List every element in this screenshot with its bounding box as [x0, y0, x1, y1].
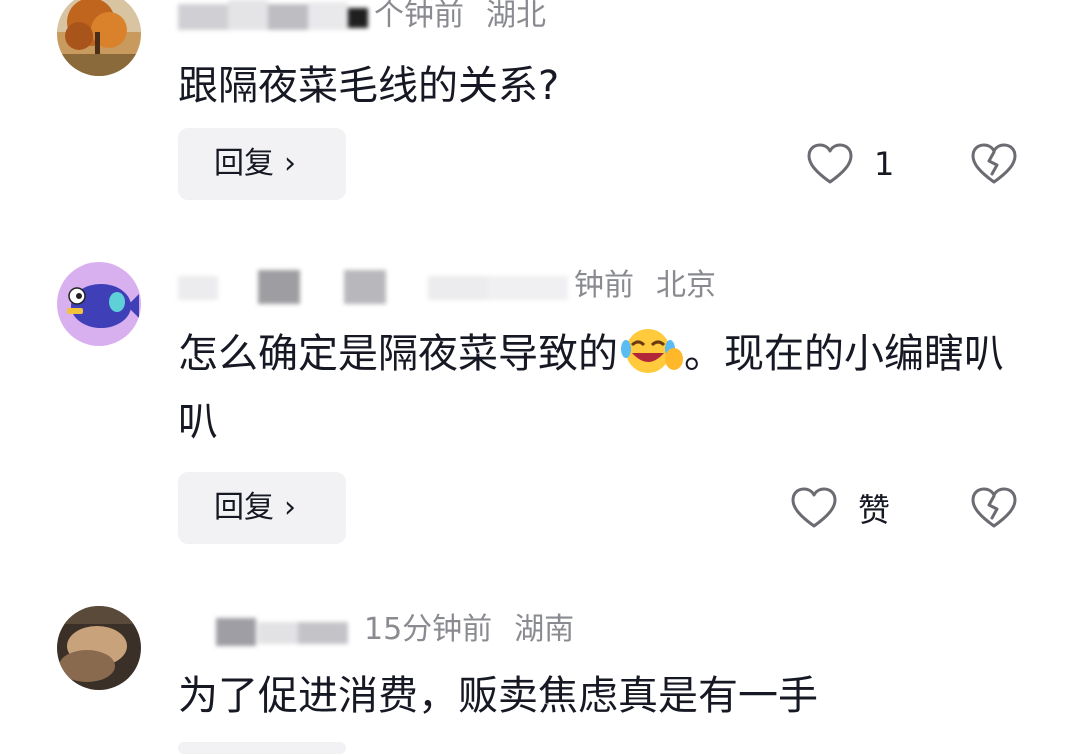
reply-button[interactable]: 回复 › [178, 128, 346, 200]
comment-text-part: 怎么确定是隔夜菜导致的 [178, 331, 618, 377]
comment-time: 个钟前 [374, 0, 464, 33]
like-count: 1 [874, 145, 895, 183]
broken-heart-icon [971, 143, 1017, 184]
comment-text: 跟隔夜菜毛线的关系? [178, 63, 560, 109]
username-redacted [178, 269, 568, 304]
avatar-cartoon-fish-image [57, 262, 141, 346]
avatar-autumn-tree-image [57, 0, 141, 76]
heart-outline-icon [791, 487, 837, 528]
comment-location: 湖北 [486, 0, 546, 33]
comment-meta: 15分钟前 湖南 [178, 610, 574, 650]
dislike-button[interactable] [970, 142, 1018, 190]
comment-meta: 个钟前 湖北 [178, 0, 546, 36]
like-button[interactable]: 赞 [790, 478, 890, 538]
avatar[interactable] [57, 0, 141, 76]
comment-meta: 钟前 北京 [178, 266, 716, 306]
reply-label: 回复 [214, 146, 274, 181]
avatar-photo-image [57, 606, 141, 690]
avatar[interactable] [57, 262, 141, 346]
comment-location: 北京 [656, 268, 716, 303]
comment-location: 湖南 [514, 612, 575, 647]
comment-time: 钟前 [574, 268, 634, 303]
comment-text: 为了促进消费，贩卖焦虑真是有一手 [178, 673, 818, 719]
chevron-right-icon: › [284, 146, 296, 181]
username-redacted [216, 617, 348, 646]
reply-button[interactable] [178, 742, 346, 754]
like-button[interactable]: 1 [806, 134, 894, 194]
chevron-right-icon: › [284, 490, 296, 525]
reply-button[interactable]: 回复 › [178, 472, 346, 544]
comment-time: 15分钟前 [364, 612, 493, 647]
avatar[interactable] [57, 606, 141, 690]
reply-label: 回复 [214, 490, 274, 525]
like-label: 赞 [858, 491, 891, 529]
username-redacted [178, 0, 368, 30]
dislike-button[interactable] [970, 486, 1018, 534]
broken-heart-icon [971, 487, 1017, 528]
laughing-crying-emoji [621, 329, 683, 373]
comment-text: 怎么确定是隔夜菜导致的 。现在的小编瞎叭叭 [178, 320, 1038, 456]
heart-outline-icon [807, 143, 853, 184]
